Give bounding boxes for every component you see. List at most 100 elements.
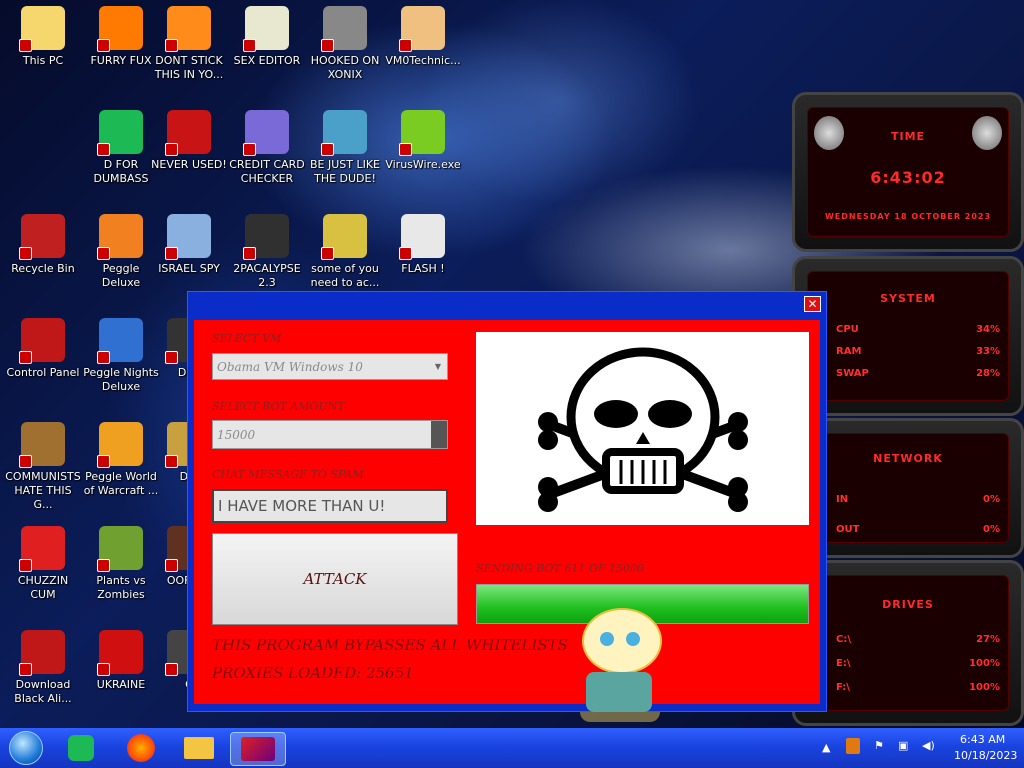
shortcut-arrow-icon [19,663,32,676]
desktop-icon[interactable]: This PC [4,6,82,68]
select-vm-dropdown[interactable]: Obama VM Windows 10 ▼ [212,353,448,380]
cpu-value: 34% [976,324,1000,335]
desktop-icon-label: Peggle World of Warcraft ... [83,470,159,497]
taskbar-spotify[interactable] [64,732,98,764]
folder-icon [184,737,214,759]
close-button[interactable]: ✕ [804,296,821,312]
shortcut-arrow-icon [97,39,110,52]
desktop-icon[interactable]: Peggle Nights Deluxe [82,318,160,394]
desktop-icon-image [399,6,445,52]
desktop-icon[interactable]: CREDIT CARD CHECKER [228,110,306,186]
desktop-icon-image [19,630,65,676]
desktop-icon[interactable]: 2PACALYPSE 2.3 [228,214,306,290]
desktop-icon-image [321,110,367,156]
taskbar-active-app[interactable] [230,732,286,766]
desktop-icon[interactable]: Peggle World of Warcraft ... [82,422,160,498]
desktop-icon[interactable]: FLASH ! [384,214,462,276]
drive3-value: 100% [969,682,1000,693]
volume-icon[interactable]: ◀) [922,739,935,752]
desktop-icon-label: BE JUST LIKE THE DUDE! [309,158,381,185]
chat-message-value: I HAVE MORE THAN U! [218,497,386,515]
in-value: 0% [983,494,1000,505]
shortcut-arrow-icon [97,143,110,156]
sending-status: SENDING BOT 611 OF 15000 [476,562,645,575]
desktop-icon[interactable]: Download Black Ali... [4,630,82,706]
desktop-icon[interactable]: D FOR DUMBASS [82,110,160,186]
taskbar: ▲ ⚑ ▣ ◀) 6:43 AM 10/18/2023 [0,728,1024,768]
time-value: 6:43:02 [870,168,946,187]
character-sticker [572,602,668,726]
desktop-icon[interactable]: BE JUST LIKE THE DUDE! [306,110,384,186]
desktop-icon-image [399,110,445,156]
shortcut-arrow-icon [165,39,178,52]
select-vm-label: SELECT VM [212,332,282,345]
desktop-icon[interactable]: UKRAINE [82,630,160,692]
desktop-icon-image [321,214,367,260]
shortcut-arrow-icon [19,247,32,260]
desktop-icon[interactable]: Control Panel [4,318,82,380]
desktop-icon[interactable]: VirusWire.exe [384,110,462,172]
desktop-icon-image [97,6,143,52]
desktop-icon-image [243,6,289,52]
tray-app-icon[interactable] [846,738,860,754]
desktop-icon-label: VirusWire.exe [385,158,461,171]
shortcut-arrow-icon [19,455,32,468]
desktop-icon-label: SEX EDITOR [233,54,301,67]
shortcut-arrow-icon [243,143,256,156]
shortcut-arrow-icon [97,455,110,468]
shortcut-arrow-icon [19,559,32,572]
desktop-icon[interactable]: NEVER USED! [150,110,228,172]
flag-icon[interactable]: ⚑ [874,739,884,752]
app-client: SELECT VM Obama VM Windows 10 ▼ SELECT B… [194,320,820,704]
chat-message-input[interactable]: I HAVE MORE THAN U! [212,489,448,523]
network-icon[interactable]: ▣ [898,739,908,752]
desktop-icon-label: Download Black Ali... [14,678,72,705]
desktop-icon[interactable]: COMMUNISTS HATE THIS G... [4,422,82,512]
desktop-icon[interactable]: Plants vs Zombies [82,526,160,602]
bot-amount-stepper[interactable]: 15000 [212,420,448,449]
desktop-icon-image [97,630,143,676]
desktop-icon[interactable]: CHUZZIN CUM [4,526,82,602]
app-titlebar[interactable]: OBAMA VM TROLLER ✕ [188,292,826,316]
taskbar-firefox[interactable] [124,732,158,764]
desktop-icon[interactable]: SEX EDITOR [228,6,306,68]
desktop-icon-label: Peggle Nights Deluxe [83,366,159,393]
clock-date[interactable]: 10/18/2023 [954,749,1017,762]
start-button[interactable] [6,731,46,765]
desktop-icon-label: 2PACALYPSE 2.3 [233,262,301,289]
stepper-buttons[interactable] [431,421,447,448]
desktop-icon-label: COMMUNISTS HATE THIS G... [5,470,81,511]
desktop-icon-label: NEVER USED! [151,158,227,171]
desktop-icon-image [19,526,65,572]
desktop-icon[interactable]: HOOKED ON XONIX [306,6,384,82]
desktop-icon[interactable]: FURRY FUX [82,6,160,68]
shortcut-arrow-icon [399,247,412,260]
bot-amount-value: 15000 [217,427,256,442]
desktop-icon[interactable]: some of you need to ac... [306,214,384,290]
shortcut-arrow-icon [399,39,412,52]
desktop-icon[interactable]: Recycle Bin [4,214,82,276]
attack-button[interactable]: ATTACK [212,533,458,625]
clock-time[interactable]: 6:43 AM [960,733,1005,746]
drives-title: DRIVES [882,598,934,611]
shortcut-arrow-icon [321,247,334,260]
desktop-icon[interactable]: Peggle Deluxe [82,214,160,290]
taskbar-file-explorer[interactable] [182,732,216,764]
proxies-text: PROXIES LOADED: 25651 [212,664,414,682]
desktop-icon-image [399,214,445,260]
desktop-icon-label: Plants vs Zombies [96,574,146,601]
shortcut-arrow-icon [97,559,110,572]
desktop-icon-image [97,214,143,260]
desktop-icon-label: FURRY FUX [90,54,152,67]
swap-label: SWAP [836,368,869,379]
app-window[interactable]: OBAMA VM TROLLER ✕ SELECT VM Obama VM Wi… [187,291,827,712]
desktop-icon-image [19,214,65,260]
desktop-icon[interactable]: VM0Technic... [384,6,462,68]
tray-overflow-icon[interactable]: ▲ [822,741,830,754]
shortcut-arrow-icon [165,455,178,468]
close-icon: ✕ [807,297,818,311]
desktop-icon[interactable]: DONT STICK THIS IN YO... [150,6,228,82]
shortcut-arrow-icon [97,663,110,676]
attack-label: ATTACK [303,570,367,588]
desktop-icon[interactable]: ISRAEL SPY [150,214,228,276]
